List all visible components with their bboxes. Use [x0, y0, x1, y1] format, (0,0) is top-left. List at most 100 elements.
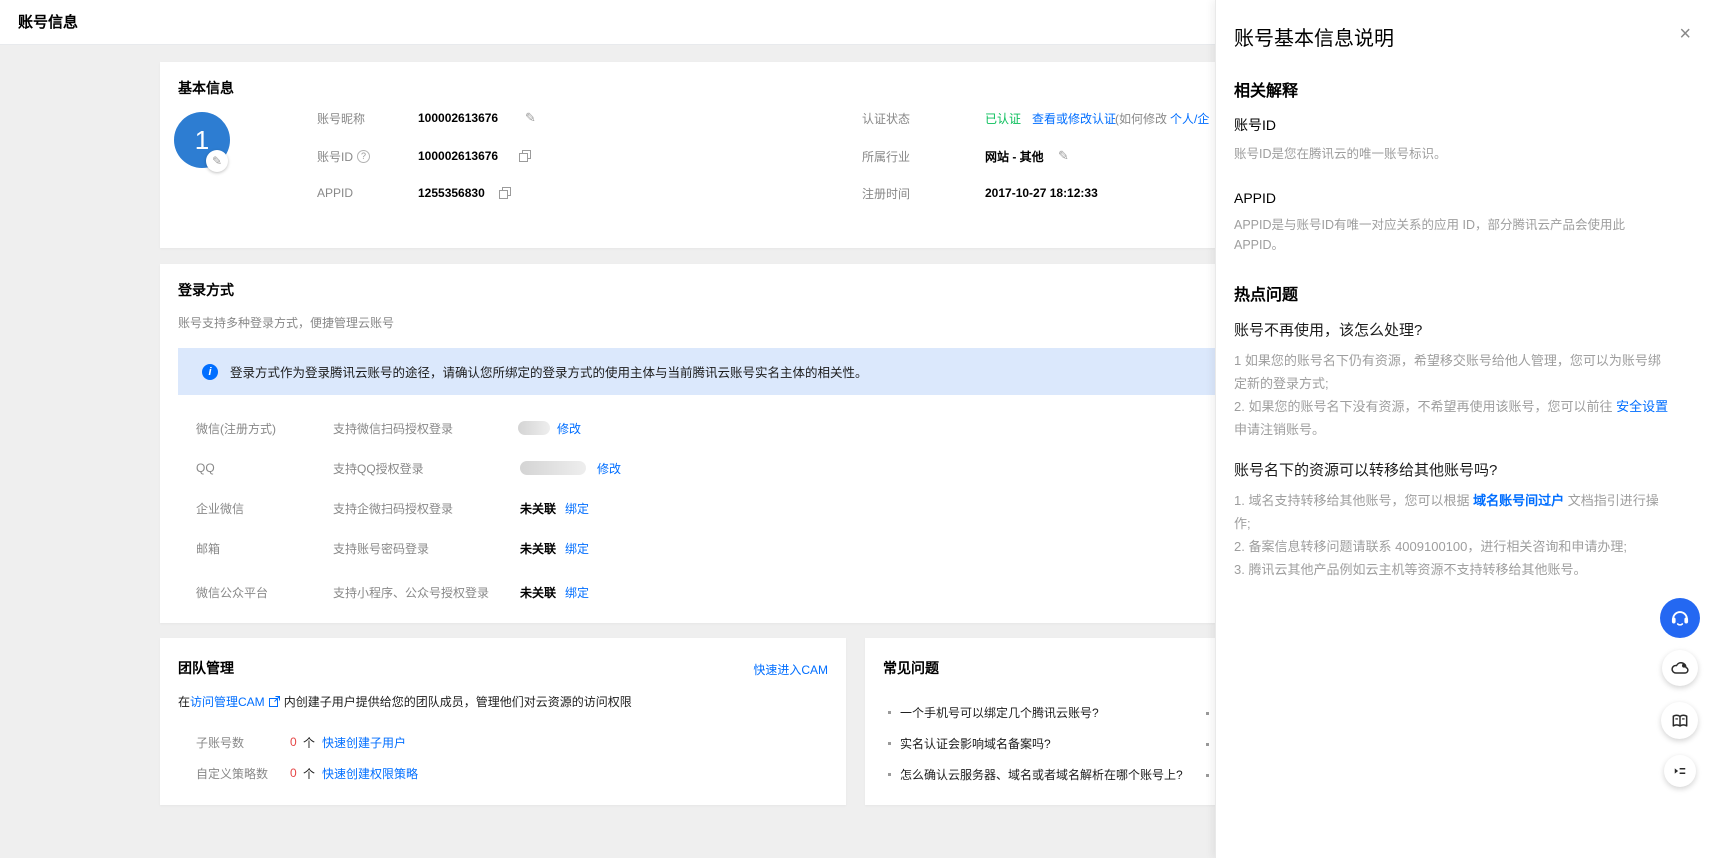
faq-col2-bullet-icon: [1206, 743, 1209, 746]
view-modify-auth-link[interactable]: 查看或修改认证: [1032, 110, 1116, 127]
external-link-icon: [269, 696, 280, 707]
collapse-panel-fab[interactable]: [1664, 755, 1696, 787]
cam-link[interactable]: 访问管理CAM: [190, 693, 265, 710]
basic-info-card: 基本信息 1 ✎ 账号昵称 100002613676 ✎ 账号ID ? 1000…: [160, 62, 1262, 248]
regtime-label: 注册时间: [862, 185, 910, 202]
team-card-title: 团队管理: [178, 658, 234, 678]
team-desc-prefix: 在: [178, 693, 190, 710]
faq-card-title: 常见问题: [883, 658, 939, 678]
headset-icon: [1669, 607, 1691, 629]
login-row-desc: 支持企微扫码授权登录: [333, 500, 453, 517]
faq-item[interactable]: 实名认证会影响域名备案吗?: [888, 735, 1218, 752]
docs-fab[interactable]: [1661, 702, 1698, 739]
subaccount-label: 子账号数: [196, 734, 244, 751]
auth-status-value: 已认证: [985, 110, 1021, 127]
login-row-status: 未关联: [520, 584, 556, 601]
q1-line1: 1 如果您的账号名下仍有资源，希望移交账号给他人管理，您可以为账号绑定新的登录方…: [1234, 353, 1661, 391]
faq-item-text: 实名认证会影响域名备案吗?: [900, 735, 1051, 752]
create-subuser-link[interactable]: 快速创建子用户: [322, 734, 406, 751]
q2-item3: 3. 腾讯云其他产品例如云主机等资源不支持转移给其他账号。: [1234, 562, 1586, 577]
edit-industry-icon[interactable]: ✎: [1058, 148, 1069, 164]
login-row-label: QQ: [196, 461, 215, 475]
appid-term-desc: APPID是与账号ID有唯一对应关系的应用 ID，部分腾讯云产品会使用此 APP…: [1234, 215, 1673, 255]
faq-card: 常见问题 一个手机号可以绑定几个腾讯云账号? 实名认证会影响域名备案吗? 怎么确…: [865, 638, 1262, 805]
bullet-icon: [888, 773, 891, 776]
login-row-desc: 支持QQ授权登录: [333, 460, 424, 477]
side-panel-title: 账号基本信息说明: [1234, 22, 1673, 51]
login-row-label: 邮箱: [196, 540, 220, 557]
industry-label: 所属行业: [862, 148, 910, 165]
masked-wechat-value: [518, 421, 550, 435]
copy-appid-icon[interactable]: [499, 187, 511, 199]
modify-wechat-link[interactable]: 修改: [557, 420, 581, 437]
open-book-icon: [1670, 711, 1690, 731]
faq-item-text: 怎么确认云服务器、域名或者域名解析在哪个账号上?: [900, 766, 1183, 783]
appid-label: APPID: [317, 186, 353, 200]
notification-fab[interactable]: [1662, 650, 1698, 686]
bind-wecom-link[interactable]: 绑定: [565, 500, 589, 517]
q2-item2: 2. 备案信息转移问题请联系 4009100100，进行相关咨询和申请办理;: [1234, 539, 1627, 554]
account-id-label: 账号ID: [317, 148, 353, 165]
team-desc-suffix: 内创建子用户提供给您的团队成员，管理他们对云资源的访问权限: [284, 693, 632, 710]
q1-line2-pre: 2. 如果您的账号名下没有资源，不希望再使用该账号，您可以前往: [1234, 399, 1616, 414]
collapse-list-icon: [1671, 762, 1689, 780]
modify-qq-link[interactable]: 修改: [597, 460, 621, 477]
login-row-status: 未关联: [520, 500, 556, 517]
auth-extra-text: (如何修改: [1115, 110, 1167, 127]
subaccount-unit: 个: [303, 734, 315, 751]
login-row-label: 微信(注册方式): [196, 420, 276, 437]
login-row-status: 未关联: [520, 540, 556, 557]
faq-item-text: 一个手机号可以绑定几个腾讯云账号?: [900, 704, 1099, 721]
login-row-desc: 支持微信扫码授权登录: [333, 420, 453, 437]
q1-line2-post: 申请注销账号。: [1234, 422, 1325, 437]
hot-question-2: 账号名下的资源可以转移给其他账号吗?: [1234, 459, 1673, 480]
customer-service-fab[interactable]: [1660, 598, 1700, 638]
hot-questions-heading: 热点问题: [1234, 281, 1673, 305]
enter-cam-link[interactable]: 快速进入CAM: [753, 661, 828, 678]
close-icon[interactable]: ×: [1679, 24, 1691, 44]
help-side-panel: × 账号基本信息说明 相关解释 账号ID 账号ID是您在腾讯云的唯一账号标识。 …: [1215, 0, 1713, 858]
login-methods-subtitle: 账号支持多种登录方式，便捷管理云账号: [178, 314, 394, 331]
avatar-edit-icon[interactable]: ✎: [206, 150, 228, 172]
copy-account-id-icon[interactable]: [519, 150, 531, 162]
login-methods-card-title: 登录方式: [178, 280, 234, 300]
login-row-label: 微信公众平台: [196, 584, 268, 601]
hot-question-1: 账号不再使用，该怎么处理?: [1234, 319, 1673, 340]
bullet-icon: [888, 742, 891, 745]
login-methods-card: 登录方式 账号支持多种登录方式，便捷管理云账号 i 登录方式作为登录腾讯云账号的…: [160, 264, 1262, 623]
auth-status-label: 认证状态: [862, 110, 910, 127]
faq-col2-bullet-icon: [1206, 712, 1209, 715]
nickname-value: 100002613676: [418, 111, 498, 125]
faq-item[interactable]: 一个手机号可以绑定几个腾讯云账号?: [888, 704, 1218, 721]
create-policy-link[interactable]: 快速创建权限策略: [322, 765, 418, 782]
regtime-value: 2017-10-27 18:12:33: [985, 186, 1098, 200]
appid-term: APPID: [1234, 190, 1673, 206]
account-id-term-desc: 账号ID是您在腾讯云的唯一账号标识。: [1234, 144, 1673, 164]
bind-mp-link[interactable]: 绑定: [565, 584, 589, 601]
domain-transfer-link[interactable]: 域名账号间过户: [1473, 493, 1564, 508]
auth-extra-link[interactable]: 个人/企: [1170, 110, 1209, 127]
hot-question-1-answer: 1 如果您的账号名下仍有资源，希望移交账号给他人管理，您可以为账号绑定新的登录方…: [1234, 349, 1673, 441]
q2-item1-pre: 1. 域名支持转移给其他账号，您可以根据: [1234, 493, 1473, 508]
page-title: 账号信息: [18, 0, 78, 45]
basic-info-card-title: 基本信息: [178, 78, 234, 98]
security-settings-link[interactable]: 安全设置: [1616, 399, 1668, 414]
login-row-desc: 支持账号密码登录: [333, 540, 429, 557]
login-info-banner: i 登录方式作为登录腾讯云账号的途径，请确认您所绑定的登录方式的使用主体与当前腾…: [178, 348, 1240, 395]
nickname-label: 账号昵称: [317, 110, 365, 127]
account-id-value: 100002613676: [418, 149, 498, 163]
edit-nickname-icon[interactable]: ✎: [525, 110, 536, 126]
login-info-banner-text: 登录方式作为登录腾讯云账号的途径，请确认您所绑定的登录方式的使用主体与当前腾讯云…: [230, 362, 868, 381]
hot-question-2-answer: 1. 域名支持转移给其他账号，您可以根据 域名账号间过户 文档指引进行操作; 2…: [1234, 489, 1673, 581]
account-id-term: 账号ID: [1234, 115, 1673, 135]
login-row-label: 企业微信: [196, 500, 244, 517]
bind-email-link[interactable]: 绑定: [565, 540, 589, 557]
bullet-icon: [888, 711, 891, 714]
related-explanation-heading: 相关解释: [1234, 77, 1673, 101]
policy-unit: 个: [303, 765, 315, 782]
help-icon[interactable]: ?: [357, 150, 370, 163]
login-row-desc: 支持小程序、公众号授权登录: [333, 584, 489, 601]
faq-col2-bullet-icon: [1206, 774, 1209, 777]
industry-value: 网站 - 其他: [985, 148, 1044, 165]
faq-item[interactable]: 怎么确认云服务器、域名或者域名解析在哪个账号上?: [888, 766, 1228, 783]
